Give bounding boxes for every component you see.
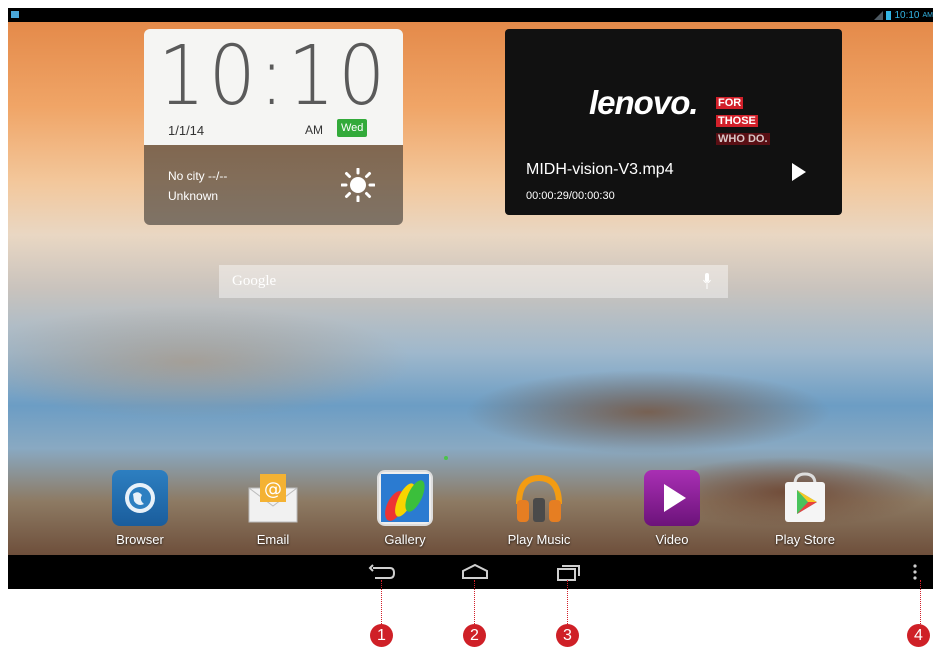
home-icon[interactable] xyxy=(460,562,490,582)
callout-marker-1: 1 xyxy=(370,624,393,647)
app-label: Play Music xyxy=(507,532,571,547)
page-indicator-dot xyxy=(444,456,448,460)
email-icon[interactable]: @ xyxy=(245,470,301,526)
weather-city: No city --/-- xyxy=(168,169,228,183)
lenovo-tagline: FOR THOSE WHO DO. xyxy=(716,93,788,147)
browser-icon[interactable] xyxy=(112,470,168,526)
video-icon[interactable] xyxy=(644,470,700,526)
callout-line xyxy=(567,580,568,624)
status-time-suffix: AM xyxy=(922,11,933,19)
lenovo-logo: lenovo. xyxy=(589,84,699,121)
app-gallery[interactable]: Gallery xyxy=(360,466,450,547)
clock-panel[interactable]: 10:10 1/1/14 AM Wed xyxy=(144,29,403,145)
notification-icon[interactable] xyxy=(11,11,19,18)
app-label: Email xyxy=(256,532,290,547)
status-time: 10:10 xyxy=(894,9,920,21)
app-video[interactable]: Video xyxy=(627,466,717,547)
clock-weather-widget[interactable]: 10:10 1/1/14 AM Wed No city --/-- Unknow… xyxy=(144,29,403,225)
play-music-icon[interactable] xyxy=(511,470,567,526)
google-search-bar[interactable]: Google xyxy=(219,265,728,298)
svg-text:@: @ xyxy=(264,479,282,500)
app-label: Gallery xyxy=(384,532,426,547)
callout-line xyxy=(920,580,921,624)
video-progress: 00:00:29/00:00:30 xyxy=(526,190,615,202)
tagline-line-1: FOR xyxy=(716,97,744,109)
callout-line xyxy=(381,580,382,624)
tagline-line-3: WHO DO. xyxy=(716,133,770,145)
tagline-line-2: THOSE xyxy=(716,115,758,127)
weather-condition: Unknown xyxy=(168,189,219,203)
day-badge: Wed xyxy=(337,119,368,137)
app-play-store[interactable]: Play Store xyxy=(760,466,850,547)
mic-icon[interactable] xyxy=(703,273,711,290)
callout-line xyxy=(474,580,475,624)
tablet-screen: 10:10 AM 10:10 1/1/14 AM Wed No city --/-… xyxy=(8,8,933,589)
recent-apps-icon[interactable] xyxy=(553,562,583,582)
app-label: Play Store xyxy=(775,532,835,547)
app-label: Browser xyxy=(116,532,164,547)
signal-icon xyxy=(874,10,884,20)
menu-icon[interactable] xyxy=(907,562,923,582)
clock-date: 1/1/14 xyxy=(168,123,205,138)
back-icon[interactable] xyxy=(367,562,397,582)
app-label: Video xyxy=(655,532,689,547)
weather-panel[interactable]: No city --/-- Unknown xyxy=(144,145,403,225)
status-bar[interactable]: 10:10 AM xyxy=(8,8,933,22)
video-widget[interactable]: lenovo. FOR THOSE WHO DO. MIDH-vision-V3… xyxy=(505,29,842,215)
app-dock: Browser @ Email Gallery Play Music Video… xyxy=(8,466,933,556)
video-title: MIDH-vision-V3.mp4 xyxy=(526,161,674,178)
app-browser[interactable]: Browser xyxy=(95,466,185,547)
clock-time: 10:10 xyxy=(158,29,389,124)
callout-marker-4: 4 xyxy=(907,624,930,647)
play-icon[interactable] xyxy=(792,163,806,181)
search-label: Google xyxy=(232,273,277,289)
status-right: 10:10 AM xyxy=(874,8,933,22)
clock-ampm: AM xyxy=(305,123,323,137)
callout-marker-2: 2 xyxy=(463,624,486,647)
gallery-icon[interactable] xyxy=(377,470,433,526)
callout-marker-3: 3 xyxy=(556,624,579,647)
battery-icon xyxy=(886,10,892,20)
app-email[interactable]: @ Email xyxy=(228,466,318,547)
navigation-bar xyxy=(8,555,933,589)
play-store-icon[interactable] xyxy=(777,470,833,526)
app-play-music[interactable]: Play Music xyxy=(494,466,584,547)
sun-icon xyxy=(341,168,375,202)
